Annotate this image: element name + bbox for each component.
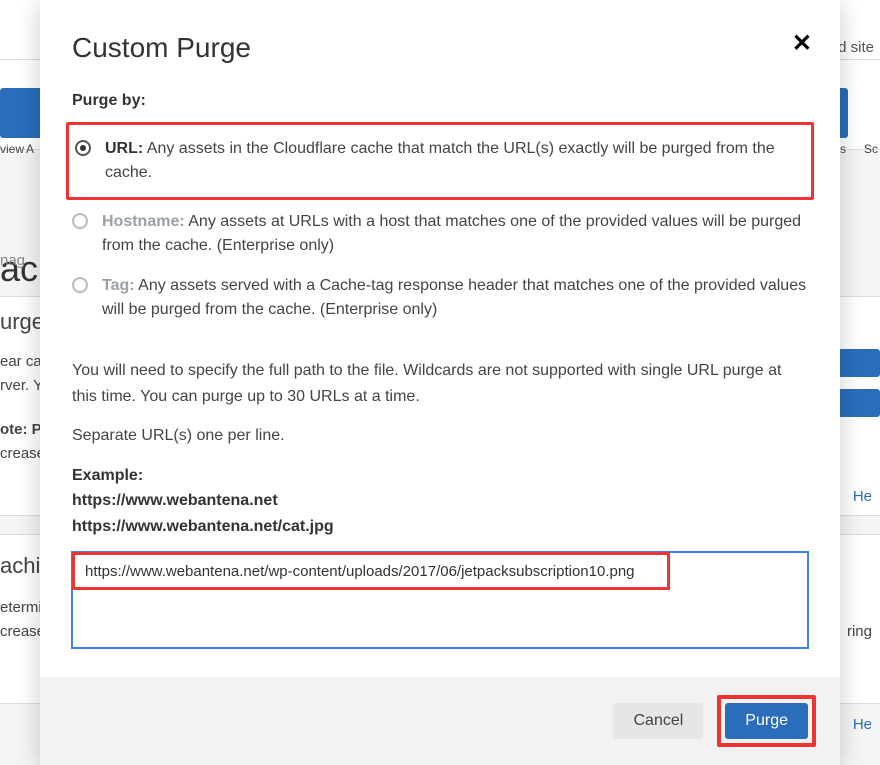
close-icon[interactable]: ✕ <box>792 32 812 56</box>
instruction-text: You will need to specify the full path t… <box>72 358 808 409</box>
radio-icon[interactable] <box>75 140 91 156</box>
radio-option-hostname: Hostname: Any assets at URLs with a host… <box>72 202 808 266</box>
instructions: You will need to specify the full path t… <box>72 358 808 540</box>
purge-urls-textarea[interactable] <box>72 552 808 648</box>
purge-by-label: Purge by: <box>72 92 808 110</box>
option-desc: Any assets at URLs with a host that matc… <box>102 213 801 254</box>
radio-option-url[interactable]: URL: Any assets in the Cloudflare cache … <box>75 129 805 193</box>
separate-line-text: Separate URL(s) one per line. <box>72 423 808 449</box>
cancel-button[interactable]: Cancel <box>613 703 703 739</box>
radio-icon <box>72 277 88 293</box>
radio-label: URL: Any assets in the Cloudflare cache … <box>105 137 805 185</box>
example-label: Example: <box>72 463 808 489</box>
example-url-1: https://www.webantena.net <box>72 488 808 514</box>
highlight-purge-button: Purge <box>717 695 816 747</box>
radio-icon <box>72 213 88 229</box>
url-textarea-container <box>72 552 808 653</box>
option-title: Tag: <box>102 277 135 294</box>
option-desc: Any assets in the Cloudflare cache that … <box>105 140 775 181</box>
option-desc: Any assets served with a Cache-tag respo… <box>102 277 806 318</box>
option-title: URL: <box>105 140 143 157</box>
radio-option-tag: Tag: Any assets served with a Cache-tag … <box>72 266 808 330</box>
option-title: Hostname: <box>102 213 185 230</box>
custom-purge-modal: Custom Purge ✕ Purge by: URL: Any assets… <box>40 0 840 765</box>
purge-by-radio-group: URL: Any assets in the Cloudflare cache … <box>72 122 808 330</box>
modal-title: Custom Purge <box>72 32 808 64</box>
example-url-2: https://www.webantena.net/cat.jpg <box>72 514 808 540</box>
radio-label: Hostname: Any assets at URLs with a host… <box>102 210 808 258</box>
modal-footer: Cancel Purge <box>40 677 840 765</box>
radio-label: Tag: Any assets served with a Cache-tag … <box>102 274 808 322</box>
highlight-url-option: URL: Any assets in the Cloudflare cache … <box>66 122 814 200</box>
purge-button[interactable]: Purge <box>725 703 808 739</box>
